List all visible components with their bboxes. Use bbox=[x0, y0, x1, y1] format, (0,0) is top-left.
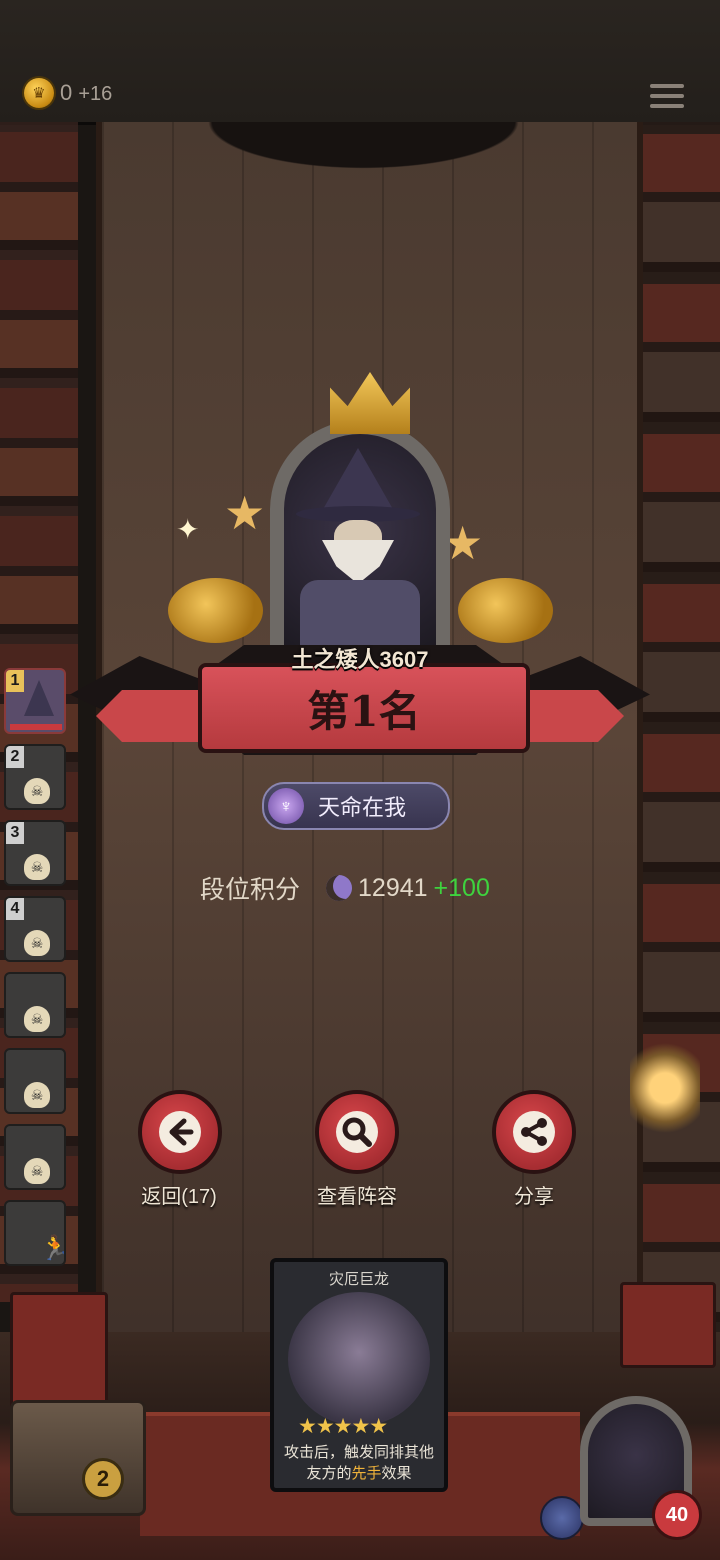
rank-slot[interactable]: ☠ bbox=[4, 1124, 66, 1190]
treasure-chest-button[interactable] bbox=[10, 1400, 146, 1516]
card-star-rating: ★★★★★ bbox=[298, 1415, 388, 1438]
magnifier-icon bbox=[336, 1111, 378, 1153]
rank-number: 2 bbox=[6, 746, 24, 768]
share-button[interactable] bbox=[492, 1090, 576, 1174]
trumpet-left-icon bbox=[168, 578, 263, 643]
rank-slot[interactable]: 3 ☠ bbox=[4, 820, 66, 886]
rank-text: 第1名 bbox=[307, 686, 421, 736]
star-icon: ★ bbox=[224, 487, 266, 539]
card-name: 灾厄巨龙 bbox=[328, 1271, 389, 1288]
title-badge: ♆ 天命在我 bbox=[262, 782, 450, 830]
featured-card[interactable]: 灾厄巨龙 ★★★★★ 攻击后，触发同排其他友方的先手效果 bbox=[270, 1258, 448, 1492]
player-name: 土之矮人3607 bbox=[291, 647, 429, 672]
trophy-cup-icon: ♆ bbox=[268, 788, 304, 824]
rank-score-row: 段位积分 12941 +100 bbox=[200, 870, 530, 906]
rank-slot[interactable]: 1 bbox=[4, 668, 66, 734]
share-icon bbox=[513, 1111, 555, 1153]
shield-icon[interactable] bbox=[540, 1496, 584, 1540]
coin-count: 0 bbox=[60, 80, 73, 105]
back-button[interactable] bbox=[138, 1090, 222, 1174]
rank-slot[interactable]: 🏃 bbox=[4, 1200, 66, 1266]
score-gain: +100 bbox=[433, 873, 490, 902]
arrow-left-icon bbox=[159, 1111, 201, 1153]
top-bar: ♛ 0 +16 bbox=[0, 0, 720, 125]
rank-number: 3 bbox=[6, 822, 24, 844]
rank-slot[interactable]: ☠ bbox=[4, 1048, 66, 1114]
lamp-icon bbox=[630, 1022, 700, 1142]
coin-gain: +16 bbox=[78, 83, 113, 105]
rank-number: 1 bbox=[6, 670, 24, 692]
trumpet-right-icon bbox=[458, 578, 553, 643]
coin-counter: 0 +16 bbox=[60, 80, 112, 106]
arch-top bbox=[96, 122, 631, 202]
card-desc-highlight: 先手 bbox=[351, 1465, 382, 1482]
view-lineup-button[interactable] bbox=[315, 1090, 399, 1174]
moon-icon bbox=[326, 875, 353, 901]
dragon-card-art bbox=[288, 1292, 430, 1426]
health-badge: 40 bbox=[652, 1490, 702, 1540]
wizard-avatar-icon bbox=[24, 680, 54, 716]
rank-slot[interactable]: 2 ☠ bbox=[4, 744, 66, 810]
bookshelf-right bbox=[636, 122, 720, 1352]
sparkle-icon: ✦ bbox=[176, 514, 200, 545]
wizard-robe bbox=[300, 580, 420, 650]
hp-bar bbox=[10, 724, 62, 730]
hamburger-menu-icon[interactable] bbox=[650, 84, 684, 114]
fleeing-figure-icon: 🏃 bbox=[40, 1234, 64, 1263]
rank-slot[interactable]: 4 ☠ bbox=[4, 896, 66, 962]
rank-slot[interactable]: ☠ bbox=[4, 972, 66, 1038]
score-value: 12941 bbox=[358, 873, 428, 902]
view-lineup-label: 查看阵容 bbox=[317, 1186, 397, 1208]
skull-icon: ☠ bbox=[24, 1006, 50, 1032]
rank-number: 4 bbox=[6, 898, 24, 920]
coin-icon: ♛ bbox=[24, 78, 54, 108]
share-label: 分享 bbox=[514, 1186, 554, 1208]
back-button-label: 返回(17) bbox=[141, 1186, 217, 1208]
book-pile-right bbox=[620, 1282, 716, 1368]
skull-icon: ☠ bbox=[24, 1158, 50, 1184]
score-label: 段位积分 bbox=[200, 876, 301, 904]
title-badge-text: 天命在我 bbox=[318, 795, 407, 820]
skull-icon: ☠ bbox=[24, 1082, 50, 1108]
card-desc-part2: 效果 bbox=[381, 1465, 412, 1482]
skull-icon: ☠ bbox=[24, 930, 50, 956]
rank-banner: 第1名 bbox=[198, 663, 530, 753]
chest-count-badge: 2 bbox=[82, 1458, 124, 1500]
skull-icon: ☠ bbox=[24, 778, 50, 804]
skull-icon: ☠ bbox=[24, 854, 50, 880]
card-description: 攻击后，触发同排其他友方的先手效果 bbox=[282, 1442, 436, 1484]
